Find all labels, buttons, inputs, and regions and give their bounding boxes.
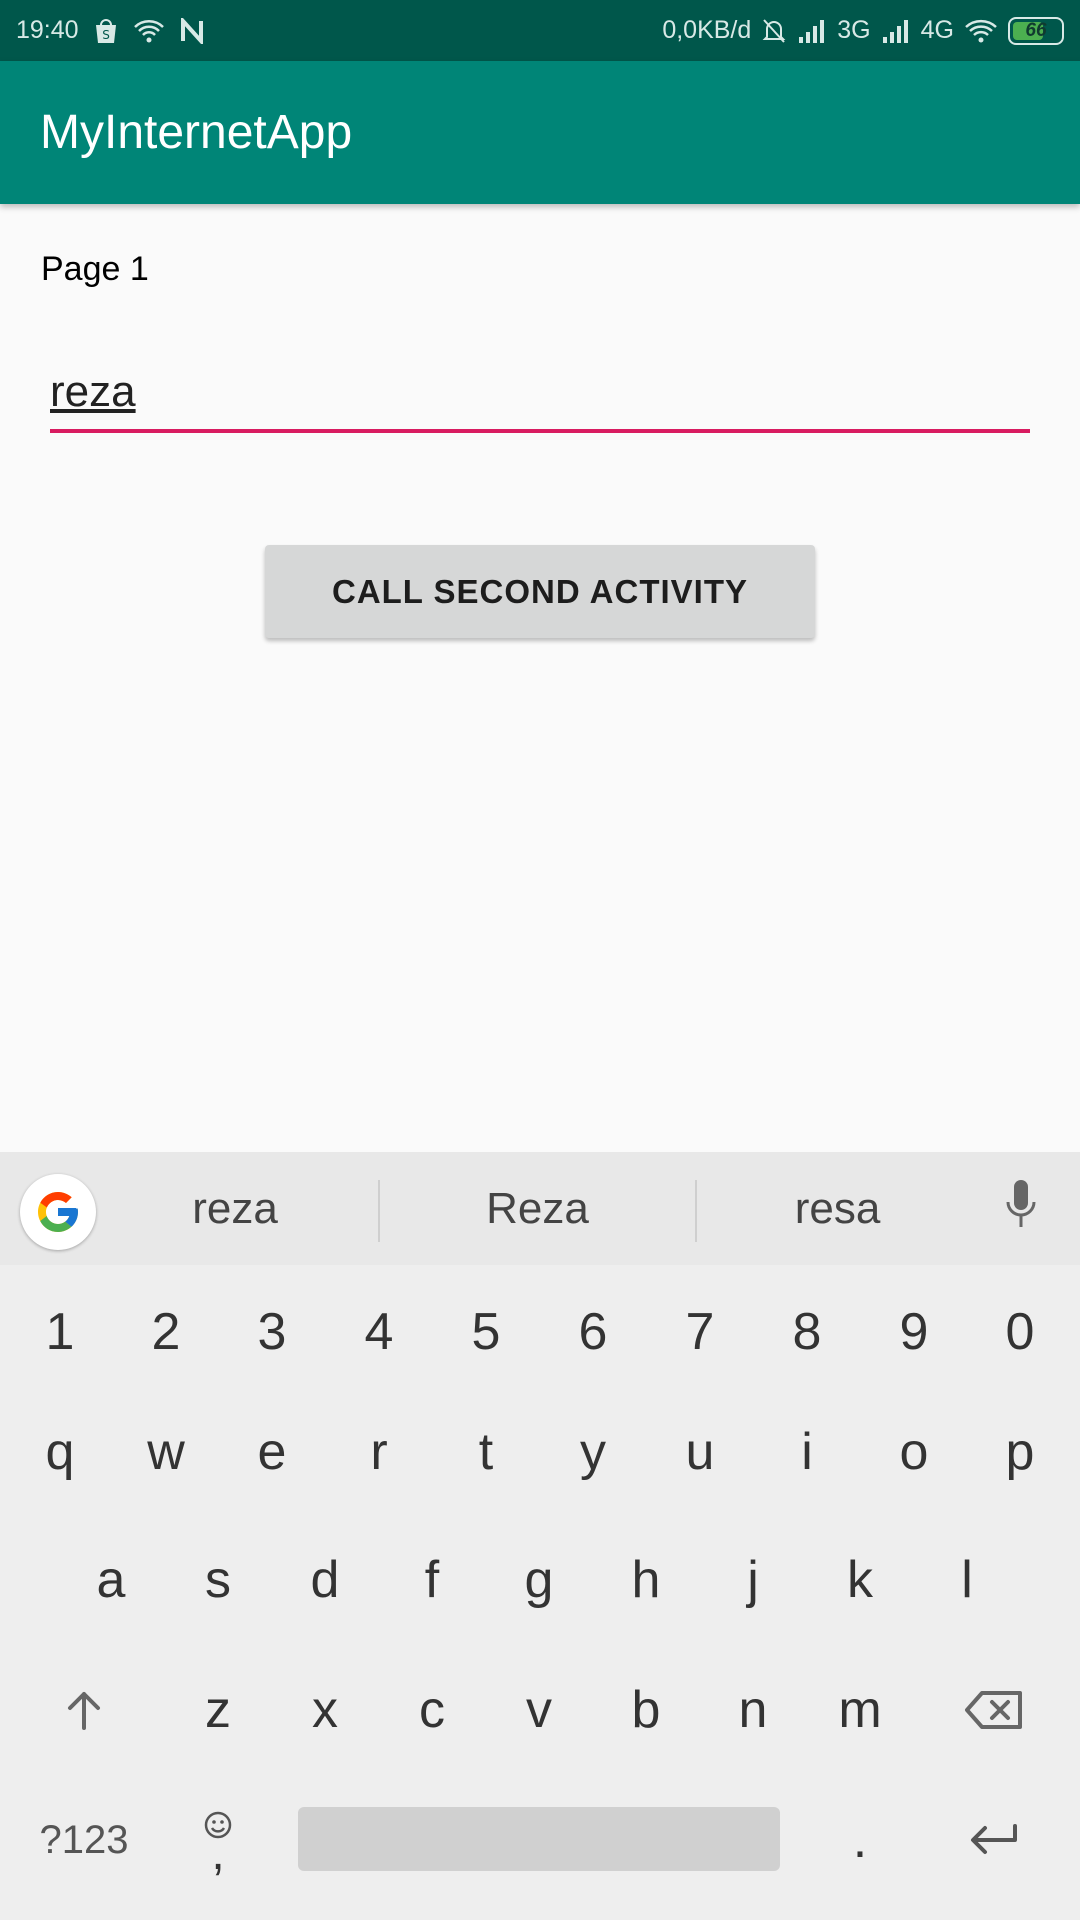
symbols-key[interactable]: ?123 xyxy=(34,1785,134,1895)
key-4[interactable]: 4 xyxy=(329,1277,429,1387)
wifi-icon xyxy=(133,19,165,43)
key-c[interactable]: c xyxy=(382,1655,482,1765)
google-icon[interactable] xyxy=(20,1174,96,1250)
shopping-bag-icon: S xyxy=(93,17,119,45)
key-z[interactable]: z xyxy=(168,1655,268,1765)
key-q[interactable]: q xyxy=(10,1397,110,1507)
key-n[interactable]: n xyxy=(703,1655,803,1765)
battery-percent: 66 xyxy=(1025,19,1047,41)
call-second-activity-button[interactable]: CALL SECOND ACTIVITY xyxy=(265,545,815,638)
key-5[interactable]: 5 xyxy=(436,1277,536,1387)
key-a[interactable]: a xyxy=(61,1525,161,1635)
suggestion-1[interactable]: reza xyxy=(120,1152,350,1265)
key-w[interactable]: w xyxy=(116,1397,216,1507)
shift-key[interactable] xyxy=(34,1655,134,1765)
suggestion-bar: reza Reza resa xyxy=(0,1152,1080,1265)
key-2[interactable]: 2 xyxy=(116,1277,216,1387)
suggestion-divider xyxy=(695,1180,697,1242)
key-h[interactable]: h xyxy=(596,1525,696,1635)
key-t[interactable]: t xyxy=(436,1397,536,1507)
microphone-icon[interactable] xyxy=(1005,1180,1037,1235)
name-input[interactable] xyxy=(50,355,1030,433)
status-left: 19:40 S xyxy=(16,16,205,45)
key-l[interactable]: l xyxy=(917,1525,1017,1635)
status-time: 19:40 xyxy=(16,16,79,44)
key-v[interactable]: v xyxy=(489,1655,589,1765)
key-g[interactable]: g xyxy=(489,1525,589,1635)
key-k[interactable]: k xyxy=(810,1525,910,1635)
key-r[interactable]: r xyxy=(329,1397,429,1507)
key-0[interactable]: 0 xyxy=(970,1277,1070,1387)
suggestion-3[interactable]: resa xyxy=(720,1152,955,1265)
key-e[interactable]: e xyxy=(222,1397,322,1507)
key-8[interactable]: 8 xyxy=(757,1277,857,1387)
key-9[interactable]: 9 xyxy=(864,1277,964,1387)
n-icon xyxy=(179,17,205,44)
key-p[interactable]: p xyxy=(970,1397,1070,1507)
bell-off-icon xyxy=(761,17,787,45)
key-m[interactable]: m xyxy=(810,1655,910,1765)
key-x[interactable]: x xyxy=(275,1655,375,1765)
signal-icon xyxy=(797,19,827,43)
wifi-icon xyxy=(964,18,998,44)
status-right: 0,0KB/d 3G 4G 66 xyxy=(662,16,1064,45)
key-u[interactable]: u xyxy=(650,1397,750,1507)
status-bar: 19:40 S 0,0KB/d 3G 4G 66 xyxy=(0,0,1080,61)
comma-label: , xyxy=(211,1827,225,1880)
key-d[interactable]: d xyxy=(275,1525,375,1635)
comma-key[interactable]: , xyxy=(168,1785,268,1895)
app-bar: MyInternetApp xyxy=(0,61,1080,204)
soft-keyboard: reza Reza resa 1 2 3 4 5 6 7 8 9 0 q w e… xyxy=(0,1152,1080,1920)
key-y[interactable]: y xyxy=(543,1397,643,1507)
suggestion-2[interactable]: Reza xyxy=(420,1152,655,1265)
enter-icon xyxy=(971,1824,1017,1854)
period-key[interactable]: . xyxy=(810,1785,910,1895)
key-f[interactable]: f xyxy=(382,1525,482,1635)
space-bar[interactable] xyxy=(298,1807,780,1871)
suggestion-divider xyxy=(378,1180,380,1242)
key-6[interactable]: 6 xyxy=(543,1277,643,1387)
key-o[interactable]: o xyxy=(864,1397,964,1507)
network-3g: 3G xyxy=(837,16,871,44)
key-3[interactable]: 3 xyxy=(222,1277,322,1387)
svg-text:S: S xyxy=(102,28,110,42)
key-i[interactable]: i xyxy=(757,1397,857,1507)
key-s[interactable]: s xyxy=(168,1525,268,1635)
network-speed: 0,0KB/d xyxy=(662,16,752,44)
app-title: MyInternetApp xyxy=(40,106,353,159)
backspace-icon xyxy=(965,1691,1022,1729)
key-7[interactable]: 7 xyxy=(650,1277,750,1387)
network-4g: 4G xyxy=(920,16,954,44)
enter-key[interactable] xyxy=(944,1785,1044,1895)
battery-icon: 66 xyxy=(1008,16,1064,45)
key-b[interactable]: b xyxy=(596,1655,696,1765)
key-1[interactable]: 1 xyxy=(10,1277,110,1387)
backspace-key[interactable] xyxy=(944,1655,1044,1765)
key-j[interactable]: j xyxy=(703,1525,803,1635)
shift-icon xyxy=(68,1692,100,1730)
page-label: Page 1 xyxy=(41,250,149,288)
signal-icon xyxy=(881,19,911,43)
